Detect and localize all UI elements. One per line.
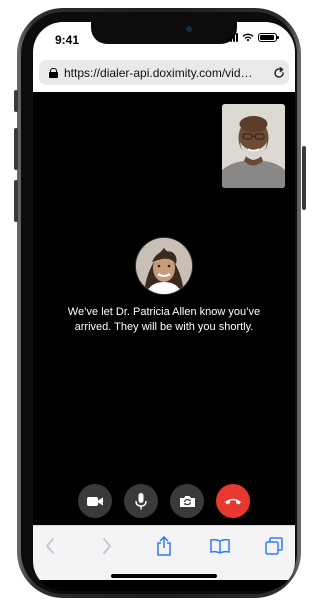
toggle-video-button[interactable] <box>78 484 112 518</box>
chevron-left-icon <box>46 538 54 554</box>
volume-up-button <box>14 128 18 170</box>
mute-switch <box>14 90 18 112</box>
signal-icon <box>227 33 238 42</box>
share-button[interactable] <box>153 535 175 557</box>
front-camera <box>186 26 192 32</box>
tabs-icon <box>265 537 283 555</box>
chevron-right-icon <box>103 538 111 554</box>
patient-video-image <box>222 104 285 188</box>
url-bar[interactable]: https://dialer-api.doximity.com/vid… <box>39 60 289 85</box>
volume-down-button <box>14 180 18 222</box>
bookmarks-button[interactable] <box>209 535 231 557</box>
end-call-button[interactable] <box>216 484 250 518</box>
call-controls <box>33 484 295 518</box>
doctor-avatar <box>136 238 192 294</box>
wifi-icon <box>242 33 254 42</box>
toggle-mic-button[interactable] <box>124 484 158 518</box>
notch <box>91 22 237 44</box>
battery-icon <box>258 33 279 42</box>
tabs-button[interactable] <box>263 535 285 557</box>
waiting-message: We’ve let Dr. Patricia Allen know you’ve… <box>67 306 261 333</box>
forward-button[interactable] <box>96 535 118 557</box>
flip-camera-button[interactable] <box>170 484 204 518</box>
share-icon <box>157 536 171 556</box>
reload-icon[interactable] <box>272 66 286 80</box>
book-icon <box>210 538 230 554</box>
browser-header: 9:41 https://dialer-api.doximity.com/vid… <box>33 22 295 92</box>
home-indicator[interactable] <box>111 574 217 578</box>
safari-toolbar <box>33 525 295 580</box>
lock-icon <box>49 67 58 78</box>
self-view-video[interactable] <box>222 104 285 188</box>
url-text[interactable]: https://dialer-api.doximity.com/vid… <box>64 66 270 80</box>
power-button <box>302 146 306 210</box>
microphone-icon <box>135 492 147 509</box>
back-button[interactable] <box>39 535 61 557</box>
doctor-photo <box>136 238 192 294</box>
video-camera-icon <box>87 496 103 506</box>
end-call-icon <box>225 498 241 505</box>
status-time: 9:41 <box>55 33 80 47</box>
camera-flip-icon <box>179 495 195 507</box>
status-icons <box>227 33 279 42</box>
screen: 9:41 https://dialer-api.doximity.com/vid… <box>33 22 295 591</box>
